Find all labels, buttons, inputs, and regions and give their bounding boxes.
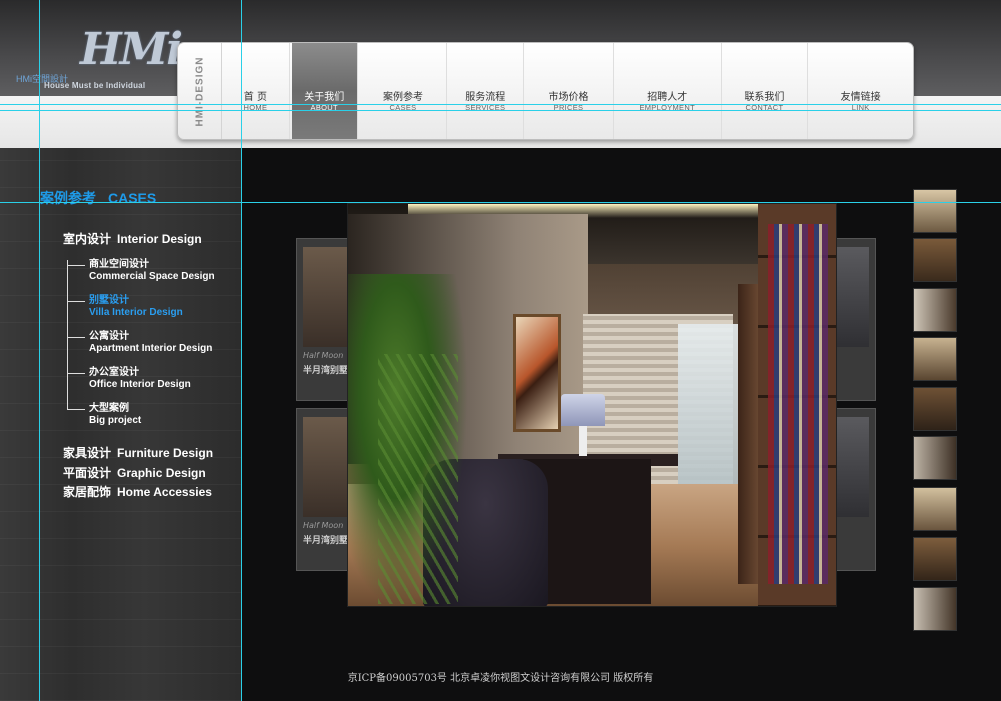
thumbnail[interactable] [913, 487, 957, 531]
tree-branch [67, 301, 85, 302]
nav-item-link[interactable]: 友情链接 LINK [808, 43, 913, 139]
submenu-label-en: Apartment Interior Design [89, 343, 213, 354]
guide-line [0, 104, 1001, 105]
menu-home-accessories[interactable]: 家居配饰 Home Accessies [63, 483, 212, 500]
guide-line [241, 0, 242, 701]
card-caption-en: Half Moon [303, 521, 344, 530]
guide-line [0, 202, 1001, 203]
prev-project-card[interactable]: Half Moon 半月湾别墅 [296, 408, 348, 571]
menu-label-en: Graphic Design [117, 466, 206, 480]
submenu-label-en: Commercial Space Design [89, 271, 215, 282]
render-panel [738, 284, 760, 584]
thumbnail[interactable] [913, 387, 957, 431]
cases-heading-en: CASES [108, 190, 157, 206]
cases-heading: 案例参考 CASES [40, 188, 156, 208]
featured-project-image[interactable] [347, 203, 837, 607]
menu-label-en: Interior Design [117, 232, 202, 246]
menu-furniture-design[interactable]: 家具设计 Furniture Design [63, 444, 213, 461]
submenu-label-en: Big project [89, 415, 142, 426]
thumbnail[interactable] [913, 288, 957, 332]
nav-label-cn: 首 页 [243, 91, 267, 103]
menu-label-cn: 平面设计 [63, 466, 112, 480]
menu-label-en: Furniture Design [117, 446, 214, 460]
nav-label-cn: 关于我们 [304, 91, 345, 103]
nav-label-cn: 招聘人才 [647, 91, 688, 103]
render-lamp-base [579, 426, 587, 456]
card-caption-cn: 半月湾别墅 [303, 536, 347, 546]
thumbnail[interactable] [913, 436, 957, 480]
card-caption-cn: 半月湾别墅 [303, 366, 347, 376]
logo-mark: HMi [80, 24, 183, 75]
tree-branch [67, 265, 85, 266]
nav-label-cn: 案例参考 [382, 91, 423, 103]
tree-branch [67, 337, 85, 338]
thumbnail[interactable] [913, 587, 957, 631]
nav-label-cn: 联系我们 [744, 91, 785, 103]
nav-brand: HMI-DESIGN [178, 43, 222, 139]
submenu-label-en: Office Interior Design [89, 379, 191, 390]
menu-graphic-design[interactable]: 平面设计 Graphic Design [63, 464, 206, 481]
nav-item-services[interactable]: 服务流程 SERVICES [447, 43, 525, 139]
render-painting [513, 314, 561, 432]
submenu-label-en: Villa Interior Design [89, 307, 183, 318]
thumbnail[interactable] [913, 537, 957, 581]
nav-label-cn: 友情链接 [840, 91, 881, 103]
card-image [303, 417, 347, 517]
tree-branch [67, 373, 85, 374]
nav-item-home[interactable]: 首 页 HOME [222, 43, 290, 139]
nav-item-prices[interactable]: 市场价格 PRICES [524, 43, 614, 139]
render-plant-leaves [378, 354, 458, 604]
submenu-label-cn: 大型案例 [89, 403, 129, 414]
render-glass-door [678, 324, 738, 484]
next-project-card[interactable] [836, 408, 876, 571]
card-caption-en: Half Moon [303, 351, 344, 360]
menu-label-cn: 室内设计 [63, 232, 112, 246]
nav-item-employment[interactable]: 招聘人才 EMPLOYMENT [614, 43, 722, 139]
card-image [303, 247, 347, 347]
logo-tagline: House Must be Individual [44, 81, 146, 90]
thumbnail[interactable] [913, 238, 957, 282]
nav-item-contact[interactable]: 联系我们 CONTACT [722, 43, 809, 139]
menu-interior-design[interactable]: 室内设计 Interior Design [63, 230, 202, 247]
nav-item-cases[interactable]: 案例参考 CASES [360, 43, 448, 139]
render-books [768, 224, 828, 584]
submenu-label-cn: 公寓设计 [89, 331, 129, 342]
nav-brand-label: HMI-DESIGN [194, 56, 205, 126]
main-nav: HMI-DESIGN 首 页 HOME 关于我们 ABOUT 案例参考 CASE… [177, 42, 914, 140]
thumbnail[interactable] [913, 337, 957, 381]
submenu-commercial[interactable]: 商业空间设计 Commercial Space Design [89, 259, 215, 283]
submenu-apartment[interactable]: 公寓设计 Apartment Interior Design [89, 331, 212, 355]
guide-line [0, 110, 1001, 111]
card-image [837, 417, 869, 517]
submenu-label-cn: 别墅设计 [89, 295, 129, 306]
submenu-villa[interactable]: 别墅设计 Villa Interior Design [89, 295, 183, 319]
cases-heading-cn: 案例参考 [40, 190, 96, 206]
submenu-office[interactable]: 办公室设计 Office Interior Design [89, 367, 191, 391]
menu-label-en: Home Accessies [117, 485, 212, 499]
menu-label-cn: 家居配饰 [63, 485, 112, 499]
nav-label-cn: 服务流程 [465, 91, 506, 103]
tree-branch [67, 409, 85, 410]
thumbnail[interactable] [913, 189, 957, 233]
guide-line [39, 0, 40, 701]
nav-label-cn: 市场价格 [548, 91, 589, 103]
next-project-card[interactable] [836, 238, 876, 401]
submenu-label-cn: 商业空间设计 [89, 259, 149, 270]
footer-copyright: 京ICP备09005703号 北京卓凌你视图文设计咨询有限公司 版权所有 [347, 673, 654, 684]
submenu-big-project[interactable]: 大型案例 Big project [89, 403, 141, 427]
render-lamp-shade [561, 394, 605, 426]
prev-project-card[interactable]: Half Moon 半月湾别墅 [296, 238, 348, 401]
submenu-label-cn: 办公室设计 [89, 367, 139, 378]
tree-line [67, 260, 68, 410]
menu-label-cn: 家具设计 [63, 446, 112, 460]
card-image [837, 247, 869, 347]
nav-item-about[interactable]: 关于我们 ABOUT [291, 43, 358, 139]
